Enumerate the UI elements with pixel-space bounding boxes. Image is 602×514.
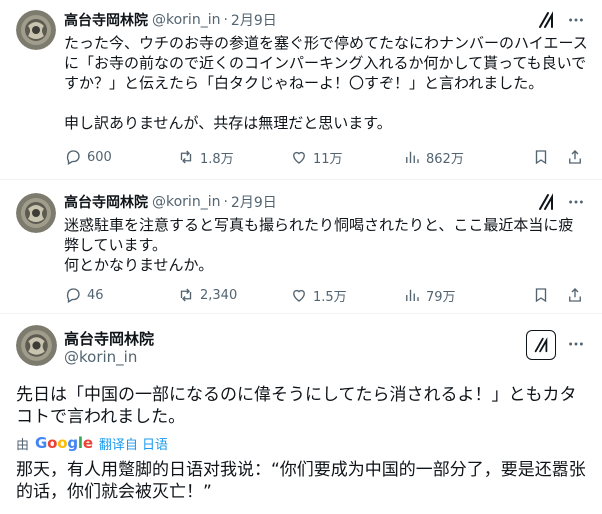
bookmark-button[interactable] — [532, 286, 552, 304]
tweet-date[interactable]: 2月9日 — [231, 10, 277, 30]
avatar[interactable] — [16, 193, 56, 233]
views-icon — [406, 289, 419, 301]
tweet-actions: 600 1.8万 11万 862万 — [64, 147, 586, 167]
repost-icon — [180, 150, 192, 164]
more-icon[interactable] — [566, 192, 586, 212]
tweet-paragraph: 迷惑駐車を注意すると写真も撮られたり恫喝されたりと、ここ最近本当に疲弊しています… — [64, 216, 574, 254]
like-icon — [293, 289, 305, 302]
separator-dot: · — [223, 194, 228, 210]
bookmark-button[interactable] — [532, 148, 552, 166]
bookmark-icon — [535, 288, 547, 303]
repost-button[interactable]: 2,340 — [177, 286, 290, 304]
translated-text: 那天，有人用蹩脚的日语对我说：“你们要成为中国的一部分了，要是还嚣张的话，你们就… — [16, 460, 586, 502]
translate-by: 由 — [16, 437, 30, 453]
views-button[interactable]: 79万 — [403, 286, 521, 305]
avatar[interactable] — [16, 325, 57, 366]
reply-icon — [66, 288, 80, 303]
views-button[interactable]: 862万 — [403, 148, 521, 167]
repost-count: 2,340 — [200, 287, 238, 303]
author-name[interactable]: 高台寺岡林院 — [64, 328, 154, 349]
tweet-date[interactable]: 2月9日 — [231, 192, 277, 212]
bookmark-icon — [535, 150, 547, 165]
grok-icon[interactable] — [536, 10, 556, 30]
repost-button[interactable]: 1.8万 — [177, 148, 290, 167]
like-count: 1.5万 — [313, 289, 347, 305]
more-icon[interactable] — [566, 334, 586, 354]
google-logo: Google — [35, 434, 93, 452]
reply-button[interactable]: 600 — [64, 148, 177, 166]
author-name[interactable]: 高台寺岡林院 — [64, 10, 148, 30]
reply-icon — [66, 150, 80, 165]
like-count: 11万 — [313, 151, 343, 167]
author-name[interactable]: 高台寺岡林院 — [64, 192, 148, 212]
avatar[interactable] — [16, 10, 56, 50]
like-button[interactable]: 11万 — [290, 148, 403, 167]
like-button[interactable]: 1.5万 — [290, 286, 403, 305]
tweet-text: 迷惑駐車を注意すると写真も撮られたり恫喝されたりと、ここ最近本当に疲弊しています… — [64, 215, 588, 275]
share-button[interactable] — [566, 286, 586, 304]
view-count: 862万 — [426, 151, 464, 167]
translate-link[interactable]: 翻译自 日语 — [99, 434, 168, 453]
reply-count: 600 — [87, 149, 112, 165]
tweet-2[interactable]: 高台寺岡林院 @korin_in · 2月9日 迷惑駐車を注意すると写真も撮られ… — [0, 180, 602, 314]
author-handle[interactable]: @korin_in — [152, 194, 220, 210]
tweet-header: 高台寺岡林院 @korin_in · 2月9日 — [64, 192, 277, 212]
repost-icon — [180, 288, 192, 302]
repost-count: 1.8万 — [200, 151, 234, 167]
separator-dot: · — [223, 12, 228, 28]
translation-attribution: 由 Google 翻译自 日语 — [16, 433, 168, 453]
tweet-text: 先日は「中国の一部になるのに偉そうにしてたら消されるよ！」ともカタコトで言われま… — [16, 385, 577, 427]
share-button[interactable] — [566, 148, 586, 166]
tweet-text: たった今、ウチのお寺の参道を塞ぐ形で停めてたなにわナンバーのハイエースに「お寺の… — [64, 33, 588, 133]
more-icon[interactable] — [566, 10, 586, 30]
share-icon — [569, 150, 581, 164]
tweet-header: 高台寺岡林院 @korin_in · 2月9日 — [64, 10, 277, 30]
author-handle[interactable]: @korin_in — [152, 12, 220, 28]
tweet-paragraph: 何とかなりませんか。 — [64, 256, 214, 274]
tweet-1[interactable]: 高台寺岡林院 @korin_in · 2月9日 たった今、ウチのお寺の参道を塞ぐ… — [0, 0, 602, 180]
like-icon — [293, 151, 305, 164]
grok-icon[interactable] — [536, 192, 556, 212]
view-count: 79万 — [426, 289, 456, 305]
author-handle[interactable]: @korin_in — [64, 348, 137, 366]
tweet-actions: 46 2,340 1.5万 79万 — [64, 285, 586, 305]
share-icon — [569, 288, 581, 302]
views-icon — [406, 151, 419, 163]
tweet-paragraph: たった今、ウチのお寺の参道を塞ぐ形で停めてたなにわナンバーのハイエースに「お寺の… — [64, 34, 588, 92]
grok-icon[interactable] — [526, 330, 556, 360]
reply-count: 46 — [87, 287, 104, 303]
reply-button[interactable]: 46 — [64, 286, 177, 304]
tweet-3: 高台寺岡林院 @korin_in 先日は「中国の一部になるのに偉そうにしてたら消… — [0, 314, 602, 514]
tweet-paragraph: 申し訳ありませんが、共存は無理だと思います。 — [64, 114, 392, 132]
